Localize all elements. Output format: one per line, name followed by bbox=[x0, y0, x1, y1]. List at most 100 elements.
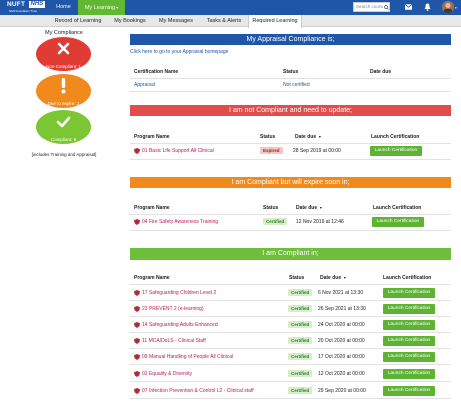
col-status: Status bbox=[260, 134, 276, 140]
program-shield-icon bbox=[134, 322, 140, 328]
appraisal-homepage-link[interactable]: Click here to go to your Appraisal homep… bbox=[130, 49, 228, 55]
compliant-label: Compliant: 8 bbox=[50, 137, 77, 142]
date-due: 26 Sep 2021 at 13:30 bbox=[318, 306, 366, 312]
date-due: 17 Oct 2020 at 00:00 bbox=[318, 354, 365, 360]
col-status: Status bbox=[263, 205, 279, 211]
check-icon bbox=[56, 116, 71, 128]
appraisal-name-link[interactable]: Appraisal bbox=[134, 82, 155, 88]
program-name-link[interactable]: 07 Infection Prevention & Control L2 - C… bbox=[142, 388, 254, 394]
program-name-link[interactable]: 02 Equality & Diversity bbox=[142, 371, 192, 377]
col-date-due[interactable]: Date due ▼ bbox=[295, 134, 322, 140]
program-shield-icon bbox=[134, 338, 140, 344]
expiring-banner: I am Compliant but will expire soon in; bbox=[130, 177, 451, 188]
program-name-link[interactable]: 11 MCA/DoLS - Clinical Staff bbox=[142, 338, 206, 344]
logo-subtitle: NHS Foundation Trust bbox=[9, 9, 37, 13]
launch-certification-button[interactable]: Launch Certification bbox=[383, 386, 435, 396]
program-name-link[interactable]: 23 PREVENT 2 (e-learning) bbox=[142, 306, 204, 312]
nav-home[interactable]: Home bbox=[51, 0, 76, 15]
non-compliant-label: Non-Compliant: 1 bbox=[45, 64, 81, 69]
col-date-due[interactable]: Date due ▼ bbox=[320, 275, 347, 281]
exclamation-icon bbox=[61, 78, 66, 94]
col-program-name: Program Name bbox=[134, 275, 170, 281]
program-name-link[interactable]: 17 Safeguarding Children Level 2 bbox=[142, 290, 216, 296]
search-button[interactable] bbox=[383, 2, 390, 12]
launch-certification-button[interactable]: Launch Certification bbox=[383, 369, 435, 379]
nhs-badge: NHS bbox=[29, 1, 45, 8]
date-due: 6 Nov 2021 at 13:30 bbox=[318, 290, 364, 296]
nav-my-learning-label: My Learning bbox=[84, 5, 116, 11]
date-due: 29 Sep 2020 at 00:00 bbox=[318, 388, 366, 394]
program-name-link[interactable]: 14 Safeguarding Adults Enhanced bbox=[142, 322, 218, 328]
tab-tasks-alerts[interactable]: Tasks & Alerts bbox=[200, 15, 248, 27]
divider bbox=[130, 364, 451, 365]
sort-down-icon: ▼ bbox=[319, 206, 323, 210]
compliance-title: My Compliance bbox=[45, 30, 83, 36]
tab-my-messages[interactable]: My Messages bbox=[152, 15, 200, 27]
col-program-name: Program Name bbox=[134, 205, 170, 211]
divider bbox=[130, 284, 451, 285]
program-shield-icon bbox=[134, 219, 140, 225]
compliance-note: [includes Training and Appraisal] bbox=[31, 152, 97, 157]
launch-certification-button[interactable]: Launch Certification bbox=[383, 352, 435, 362]
date-due: 28 Sep 2019 at 00:00 bbox=[293, 148, 341, 154]
date-due: 20 Oct 2020 at 00:00 bbox=[318, 338, 365, 344]
divider bbox=[130, 398, 451, 399]
col-date-due[interactable]: Date due ▼ bbox=[296, 205, 323, 211]
program-name-link[interactable]: 04 Fire Safety Awareness Training bbox=[142, 219, 218, 225]
nav-my-learning[interactable]: My Learning▾ bbox=[78, 0, 125, 15]
col-launch-certification: Launch Certification bbox=[373, 205, 422, 211]
launch-certification-button[interactable]: Launch Certification bbox=[383, 320, 435, 330]
status-badge: Certified bbox=[288, 337, 313, 344]
chevron-down-icon: ▾ bbox=[116, 5, 119, 10]
divider bbox=[130, 91, 451, 92]
divider bbox=[130, 159, 451, 160]
appraisal-status: Not certified bbox=[283, 82, 310, 88]
tab-required-learning[interactable]: Required Learning bbox=[248, 15, 302, 28]
tab-record-of-learning[interactable]: Record of Learning bbox=[48, 15, 108, 27]
chevron-down-icon[interactable]: ▾ bbox=[455, 6, 457, 10]
date-due: 12 Oct 2020 at 00:00 bbox=[318, 371, 365, 377]
program-name-link[interactable]: 09 Manual Handling of People All Clinica… bbox=[142, 354, 233, 360]
mail-icon[interactable] bbox=[405, 4, 412, 10]
launch-certification-button[interactable]: Launch Certification bbox=[372, 217, 424, 227]
search-icon bbox=[384, 5, 389, 10]
tab-my-bookings[interactable]: My Bookings bbox=[108, 15, 152, 27]
logo[interactable]: NUFT NHS NHS Foundation Trust bbox=[2, 1, 46, 14]
due-to-expire-status[interactable]: Due to expire: 1 bbox=[36, 74, 91, 108]
divider bbox=[130, 214, 451, 215]
status-badge: Certified bbox=[288, 289, 313, 296]
logo-text: NUFT bbox=[7, 1, 26, 8]
program-shield-icon bbox=[134, 306, 140, 312]
launch-certification-button[interactable]: Launch Certification bbox=[383, 336, 435, 346]
divider bbox=[130, 348, 451, 349]
user-photo-icon bbox=[442, 1, 454, 13]
divider bbox=[130, 78, 451, 79]
divider bbox=[130, 316, 451, 317]
search-input[interactable]: Search course bbox=[353, 2, 385, 12]
bell-icon[interactable] bbox=[424, 3, 431, 11]
col-launch-certification: Launch Certification bbox=[371, 134, 420, 140]
avatar[interactable] bbox=[442, 1, 454, 13]
status-badge: Certified bbox=[288, 370, 313, 377]
divider bbox=[130, 332, 451, 333]
non-compliant-status[interactable]: Non-Compliant: 1 bbox=[36, 37, 91, 71]
appraisal-banner: My Appraisal Compliance is; bbox=[130, 34, 451, 45]
col-date-due: Date due bbox=[370, 69, 392, 75]
program-shield-icon bbox=[134, 290, 140, 296]
not-compliant-banner: I am not Compliant and need to update; bbox=[130, 105, 451, 116]
program-name-link[interactable]: 01 Basic Life Support All Clinical bbox=[142, 148, 214, 154]
col-status: Status bbox=[283, 69, 299, 75]
launch-certification-button[interactable]: Launch Certification bbox=[383, 304, 435, 314]
status-badge: Certified bbox=[288, 305, 313, 312]
compliant-status[interactable]: Compliant: 8 bbox=[36, 110, 91, 144]
sub-navbar: Record of Learning My Bookings My Messag… bbox=[0, 15, 461, 28]
col-status: Status bbox=[289, 275, 305, 281]
date-due: 12 Nov 2019 at 12:46 bbox=[296, 219, 344, 225]
status-badge: Certified bbox=[288, 321, 313, 328]
sort-down-icon: ▼ bbox=[318, 135, 322, 139]
launch-certification-button[interactable]: Launch Certification bbox=[370, 146, 422, 156]
divider bbox=[130, 230, 451, 231]
compliant-banner: I am Compliant in; bbox=[130, 248, 451, 260]
launch-certification-button[interactable]: Launch Certification bbox=[383, 288, 435, 298]
close-icon bbox=[57, 42, 70, 55]
